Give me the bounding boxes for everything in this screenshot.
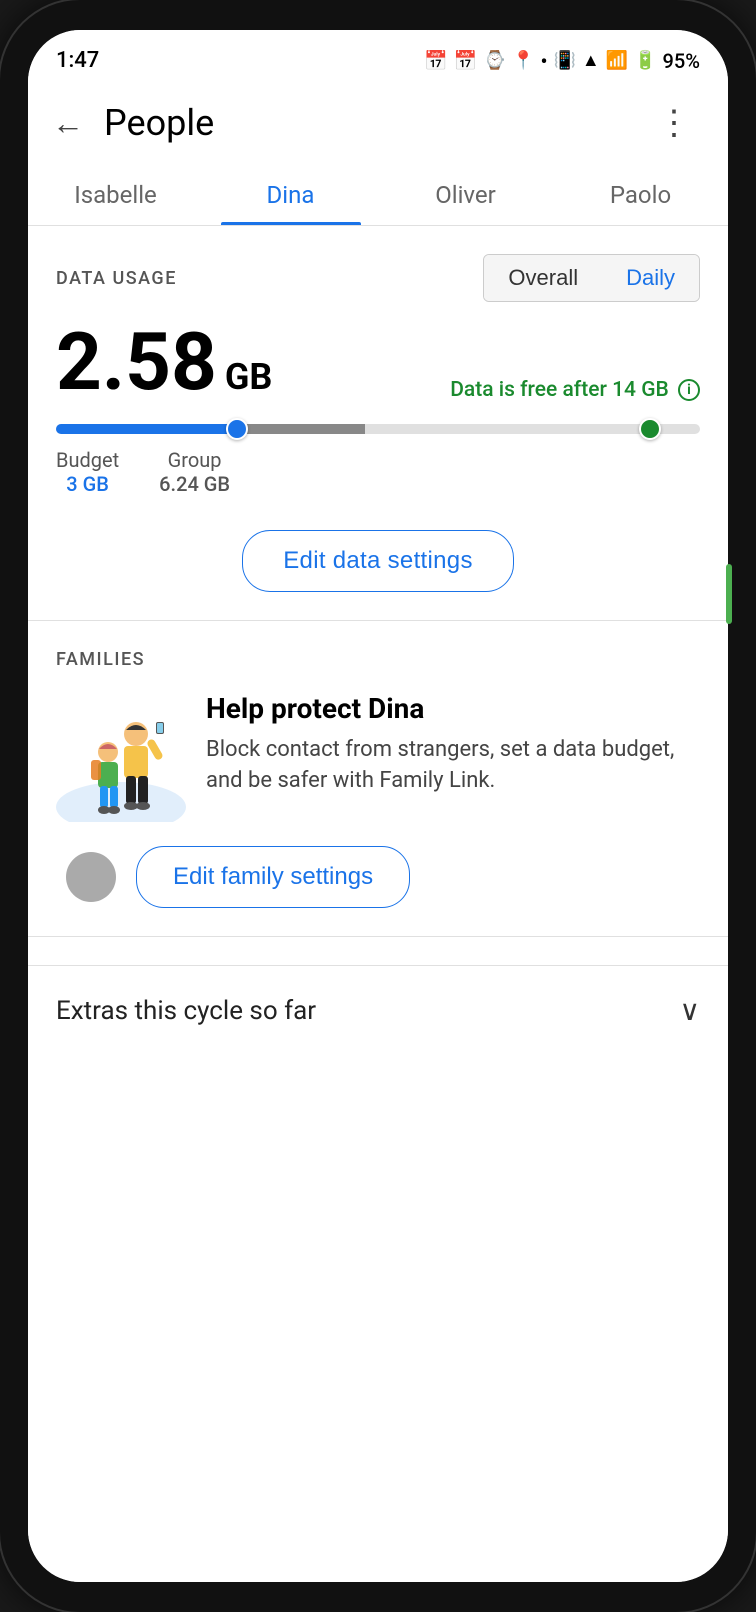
back-button[interactable]: ← [48, 100, 88, 146]
budget-thumb[interactable] [226, 418, 248, 440]
progress-fill-gray [236, 424, 365, 434]
budget-value: 3 GB [56, 472, 119, 496]
daily-toggle[interactable]: Daily [602, 255, 699, 301]
edit-data-settings-button[interactable]: Edit data settings [242, 530, 514, 592]
tab-paolo[interactable]: Paolo [553, 161, 728, 225]
calendar2-icon: 📅 [454, 49, 478, 72]
chevron-down-icon: ∨ [680, 994, 701, 1027]
toolbar: ← People ⋮ [28, 81, 728, 161]
divider-1 [28, 620, 728, 621]
data-usage-label: DATA USAGE [56, 268, 177, 289]
divider-2 [28, 936, 728, 937]
extras-label: Extras this cycle so far [56, 996, 316, 1026]
data-usage-header: DATA USAGE Overall Daily [56, 254, 700, 302]
group-label-group: Group 6.24 GB [159, 448, 230, 496]
location-icon: 📍 [512, 50, 534, 71]
tab-dina[interactable]: Dina [203, 161, 378, 225]
families-heading: Help protect Dina [206, 692, 700, 725]
toolbar-left: ← People [48, 100, 214, 146]
info-icon[interactable]: i [678, 379, 700, 401]
progress-bar-container [56, 420, 700, 438]
signal-icon: 📶 [606, 50, 628, 71]
dot-icon: • [540, 49, 547, 73]
status-time: 1:47 [56, 48, 99, 73]
usage-unit: GB [225, 356, 273, 398]
usage-amount-container: 2.58 GB [56, 322, 272, 402]
usage-row: 2.58 GB Data is free after 14 GB i [56, 322, 700, 402]
families-section: FAMILIES [28, 649, 728, 908]
progress-fill-blue [56, 424, 236, 434]
families-illustration [56, 692, 186, 822]
group-thumb[interactable] [639, 418, 661, 440]
families-content: Help protect Dina Block contact from str… [56, 692, 700, 822]
progress-labels: Budget 3 GB Group 6.24 GB [56, 448, 700, 496]
status-icons: 📅 📅 ⌚ 📍 • 📳 ▲ 📶 🔋 95% [424, 49, 700, 73]
usage-amount: 2.58 [56, 315, 217, 409]
overall-toggle[interactable]: Overall [484, 255, 602, 301]
phone-frame: 1:47 📅 📅 ⌚ 📍 • 📳 ▲ 📶 🔋 95% ← People [0, 0, 756, 1612]
calendar-icon: 📅 [424, 49, 448, 72]
status-bar: 1:47 📅 📅 ⌚ 📍 • 📳 ▲ 📶 🔋 95% [28, 30, 728, 81]
group-value: 6.24 GB [159, 472, 230, 496]
families-description: Block contact from strangers, set a data… [206, 735, 700, 797]
side-accent-bar [726, 564, 728, 624]
progress-area: Budget 3 GB Group 6.24 GB [56, 420, 700, 496]
budget-label-group: Budget 3 GB [56, 448, 119, 496]
families-actions: Edit family settings [56, 846, 700, 908]
page-title: People [104, 102, 214, 144]
edit-family-settings-button[interactable]: Edit family settings [136, 846, 410, 908]
toggle-group: Overall Daily [483, 254, 700, 302]
more-menu-button[interactable]: ⋮ [649, 99, 700, 147]
voicemail-icon: ⌚ [484, 50, 506, 71]
phone-screen: 1:47 📅 📅 ⌚ 📍 • 📳 ▲ 📶 🔋 95% ← People [28, 30, 728, 1582]
families-label: FAMILIES [56, 649, 700, 670]
data-usage-section: DATA USAGE Overall Daily 2.58 GB [28, 226, 728, 620]
free-data-container: Data is free after 14 GB i [450, 378, 700, 402]
battery-percent: 95% [663, 49, 700, 73]
budget-label: Budget [56, 448, 119, 472]
wifi-icon: ▲ [582, 50, 600, 71]
scroll-area[interactable]: DATA USAGE Overall Daily 2.58 GB [28, 226, 728, 1582]
free-data-note: Data is free after 14 GB i [450, 378, 700, 410]
family-avatar [66, 852, 116, 902]
tab-oliver[interactable]: Oliver [378, 161, 553, 225]
extras-section[interactable]: Extras this cycle so far ∨ [28, 965, 728, 1055]
tabs-container: Isabelle Dina Oliver Paolo [28, 161, 728, 226]
battery-icon: 🔋 [634, 50, 656, 71]
group-label: Group [159, 448, 230, 472]
families-text: Help protect Dina Block contact from str… [206, 692, 700, 797]
vibrate-icon: 📳 [553, 50, 575, 71]
progress-track [56, 424, 700, 434]
tab-isabelle[interactable]: Isabelle [28, 161, 203, 225]
app-content: ← People ⋮ Isabelle Dina Oliver Paolo [28, 81, 728, 1582]
